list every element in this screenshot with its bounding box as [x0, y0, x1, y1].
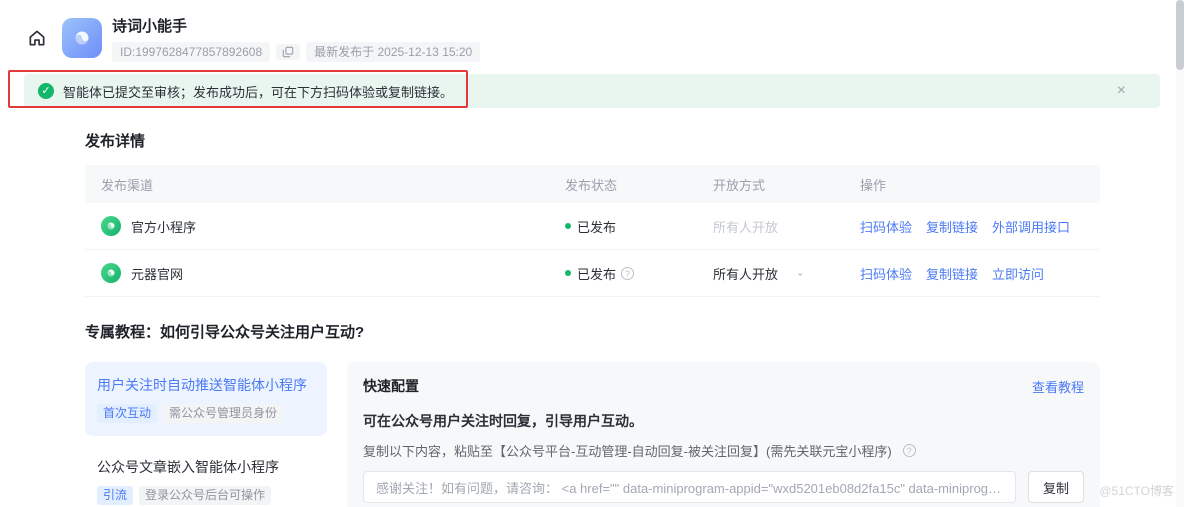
status-help-icon[interactable]: ?: [621, 267, 634, 280]
scrollbar-thumb[interactable]: [1176, 0, 1184, 70]
scan-try-link[interactable]: 扫码体验: [860, 264, 912, 283]
tag-badge: 引流: [97, 486, 133, 505]
sidebar-item-title: 用户关注时自动推送智能体小程序: [97, 375, 315, 395]
submit-success-banner: ✓ 智能体已提交至审核；发布成功后，可在下方扫码体验或复制链接。 ×: [24, 74, 1160, 108]
agent-meta: ID:1997628477857892608 最新发布于 2025-12-13 …: [112, 42, 480, 62]
scan-try-link[interactable]: 扫码体验: [860, 217, 912, 236]
last-published-badge: 最新发布于 2025-12-13 15:20: [306, 42, 480, 62]
miniprogram-channel-icon: [101, 216, 121, 236]
status-dot: [565, 270, 571, 276]
watermark: @51CTO博客: [1099, 482, 1174, 499]
home-icon[interactable]: [26, 27, 48, 49]
table-row-miniprogram: 官方小程序 已发布 所有人开放 扫码体验 复制链接 外部调用接口: [85, 203, 1100, 250]
channel-name: 元器官网: [131, 264, 183, 283]
banner-message: 智能体已提交至审核；发布成功后，可在下方扫码体验或复制链接。: [63, 82, 453, 101]
quick-config-title: 快速配置: [363, 376, 419, 396]
page-title: 诗词小能手: [112, 15, 480, 36]
copy-icon: [282, 46, 294, 58]
tutorial-sidebar: 用户关注时自动推送智能体小程序 首次互动 需公众号管理员身份 公众号文章嵌入智能…: [85, 362, 327, 507]
col-header-actions: 操作: [860, 175, 1100, 194]
external-api-link[interactable]: 外部调用接口: [992, 217, 1070, 236]
config-instructions: 复制以下内容，粘贴至【公众号平台-互动管理-自动回复-被关注回复】(需先关联元宝…: [363, 441, 1084, 460]
access-mode-label: 所有人开放: [713, 264, 778, 283]
view-tutorial-link[interactable]: 查看教程: [1032, 377, 1084, 396]
table-row-yuanqi-site: 元器官网 已发布 ? 所有人开放 ⌄ 扫码体验 复制链接 立即访问: [85, 250, 1100, 297]
visit-now-link[interactable]: 立即访问: [992, 264, 1044, 283]
tutorial-section-title: 专属教程：如何引导公众号关注用户互动?: [85, 321, 1100, 342]
publish-details-title: 发布详情: [85, 130, 1100, 151]
page-header: 诗词小能手 ID:1997628477857892608 最新发布于 2025-…: [0, 0, 1184, 62]
tag-badge: 登录公众号后台可操作: [139, 486, 271, 505]
tag-badge: 首次互动: [97, 404, 157, 423]
publish-channels-table: 发布渠道 发布状态 开放方式 操作 官方小程序 已: [85, 165, 1100, 297]
help-icon[interactable]: ?: [903, 444, 916, 457]
copy-link-link[interactable]: 复制链接: [926, 264, 978, 283]
quick-config-panel: 快速配置 查看教程 可在公众号用户关注时回复，引导用户互动。 复制以下内容，粘贴…: [347, 362, 1100, 507]
tag-badge: 需公众号管理员身份: [163, 404, 283, 423]
yuanqi-channel-icon: [101, 263, 121, 283]
status-label: 已发布: [577, 217, 616, 236]
chevron-down-icon: ⌄: [796, 269, 804, 278]
col-header-channel: 发布渠道: [85, 175, 565, 194]
config-copy-row: 复制: [363, 471, 1084, 503]
status-label: 已发布: [577, 264, 616, 283]
main-content: 发布详情 发布渠道 发布状态 开放方式 操作 官方小程序: [85, 130, 1100, 507]
access-mode-label: 所有人开放: [713, 217, 778, 236]
sidebar-item-auto-push[interactable]: 用户关注时自动推送智能体小程序 首次互动 需公众号管理员身份: [85, 362, 327, 436]
reply-snippet-input[interactable]: [363, 471, 1016, 503]
col-header-access: 开放方式: [713, 175, 860, 194]
copy-link-link[interactable]: 复制链接: [926, 217, 978, 236]
access-mode-dropdown[interactable]: 所有人开放 ⌄: [713, 264, 804, 283]
success-check-icon: ✓: [38, 83, 54, 99]
scrollbar-track[interactable]: [1176, 0, 1184, 507]
tutorial-section: 用户关注时自动推送智能体小程序 首次互动 需公众号管理员身份 公众号文章嵌入智能…: [85, 362, 1100, 507]
banner-close-icon[interactable]: ×: [1117, 82, 1126, 100]
agent-avatar: [62, 18, 102, 58]
channel-name: 官方小程序: [131, 217, 196, 236]
config-instructions-text: 复制以下内容，粘贴至【公众号平台-互动管理-自动回复-被关注回复】(需先关联元宝…: [363, 441, 892, 460]
col-header-status: 发布状态: [565, 175, 713, 194]
status-dot: [565, 223, 571, 229]
agent-publish-page: 诗词小能手 ID:1997628477857892608 最新发布于 2025-…: [0, 0, 1184, 507]
table-header-row: 发布渠道 发布状态 开放方式 操作: [85, 165, 1100, 203]
agent-id-badge: ID:1997628477857892608: [112, 42, 270, 62]
config-description: 可在公众号用户关注时回复，引导用户互动。: [363, 411, 1084, 431]
sidebar-item-title: 公众号文章嵌入智能体小程序: [97, 457, 315, 477]
sidebar-item-article-embed[interactable]: 公众号文章嵌入智能体小程序 引流 登录公众号后台可操作: [85, 444, 327, 507]
agent-info: 诗词小能手 ID:1997628477857892608 最新发布于 2025-…: [112, 15, 480, 62]
copy-snippet-button[interactable]: 复制: [1028, 471, 1084, 503]
copy-id-button[interactable]: [276, 44, 300, 60]
